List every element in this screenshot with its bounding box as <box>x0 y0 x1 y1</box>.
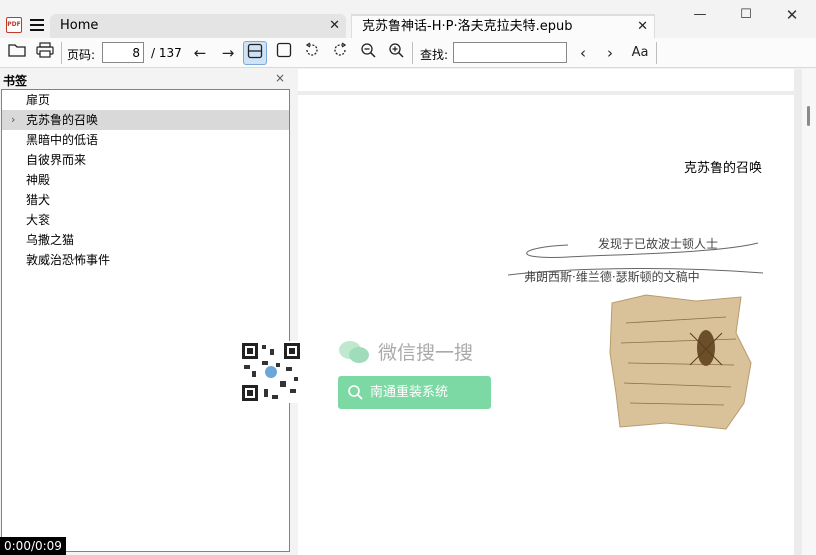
bookmark-item[interactable]: 乌撒之猫 <box>2 230 289 250</box>
fit-width-icon[interactable] <box>243 41 267 65</box>
zoom-in-icon[interactable] <box>384 41 408 65</box>
bookmark-item[interactable]: 神殿 <box>2 170 289 190</box>
manuscript-image <box>609 294 752 430</box>
rotate-left-icon[interactable] <box>300 41 324 65</box>
document-view[interactable]: 克苏鲁的召唤 发现于已故波士顿人士 弗朗西斯·维兰德·瑟斯顿的文稿中 <box>298 69 816 555</box>
bookmark-item[interactable]: 敦威治恐怖事件 <box>2 250 289 270</box>
wechat-icon <box>339 341 369 363</box>
bookmark-label: 克苏鲁的召唤 <box>26 113 99 127</box>
bookmarks-title: 书签 <box>3 74 28 88</box>
bookmark-item[interactable]: 自彼界而来 <box>2 150 289 170</box>
bookmark-tree[interactable]: 扉页 › 克苏鲁的召唤 黑暗中的低语 自彼界而来 神殿 猎犬 大衮 乌撒之猫 敦威… <box>1 89 290 552</box>
tab-document[interactable]: 克苏鲁神话-H·P·洛夫克拉夫特.epub ✕ <box>351 14 655 38</box>
bookmarks-panel: 书签 × 扉页 › 克苏鲁的召唤 黑暗中的低语 自彼界而来 神殿 猎犬 大衮 乌撒… <box>0 69 290 555</box>
handwritten-line: 弗朗西斯·维兰德·瑟斯顿的文稿中 <box>524 270 700 284</box>
fit-page-icon[interactable] <box>272 41 296 65</box>
vertical-scrollbar[interactable] <box>802 69 816 555</box>
chapter-title: 克苏鲁的召唤 <box>683 161 762 176</box>
minimize-button[interactable]: — <box>680 4 720 26</box>
chevron-left-icon[interactable]: ‹ <box>571 41 595 65</box>
find-input[interactable] <box>453 42 567 63</box>
bookmark-label: 敦威治恐怖事件 <box>26 253 111 267</box>
document-page: 克苏鲁的召唤 发现于已故波士顿人士 弗朗西斯·维兰德·瑟斯顿的文稿中 <box>298 95 794 555</box>
chevron-right-icon[interactable]: › <box>11 110 15 130</box>
font-settings-button[interactable]: Aa <box>627 41 653 65</box>
close-icon[interactable]: × <box>275 71 285 85</box>
video-timestamp: 0:00/0:09 <box>0 537 66 555</box>
bookmark-label: 猎犬 <box>26 193 51 207</box>
bookmark-label: 自彼界而来 <box>26 153 87 167</box>
arrow-left-icon[interactable]: ← <box>188 41 212 65</box>
close-icon[interactable]: ✕ <box>637 16 648 38</box>
previous-page <box>298 69 794 91</box>
qr-code-icon <box>240 341 302 403</box>
bookmark-label: 扉页 <box>26 93 51 107</box>
watermark-title: 微信搜一搜 <box>378 342 474 364</box>
bookmark-item[interactable]: 大衮 <box>2 210 289 230</box>
bookmark-label: 大衮 <box>26 213 51 227</box>
total-pages: / 137 <box>151 46 182 60</box>
bookmark-item[interactable]: 猎犬 <box>2 190 289 210</box>
rotate-right-icon[interactable] <box>328 41 352 65</box>
chevron-right-icon[interactable]: › <box>598 41 622 65</box>
bookmark-label: 乌撒之猫 <box>26 233 75 247</box>
scrollbar-thumb[interactable] <box>807 106 810 126</box>
search-icon <box>348 385 363 400</box>
maximize-button[interactable]: ☐ <box>726 4 766 26</box>
find-label: 查找: <box>420 48 449 62</box>
close-icon[interactable]: ✕ <box>329 14 340 38</box>
arrow-right-icon[interactable]: → <box>216 41 240 65</box>
zoom-out-icon[interactable] <box>356 41 380 65</box>
divider <box>61 42 62 64</box>
title-bar: PDF Home ✕ 克苏鲁神话-H·P·洛夫克拉夫特.epub ✕ — ☐ ✕ <box>0 0 816 38</box>
print-icon[interactable] <box>33 41 57 65</box>
open-folder-icon[interactable] <box>5 41 29 65</box>
window-close-button[interactable]: ✕ <box>772 4 812 26</box>
app-icon: PDF <box>6 17 22 33</box>
page-label: 页码: <box>67 48 96 62</box>
bookmark-item[interactable]: 扉页 <box>2 90 289 110</box>
tab-label: Home <box>60 18 99 33</box>
page-number-input[interactable] <box>102 42 144 63</box>
bookmark-item[interactable]: › 克苏鲁的召唤 <box>2 110 289 130</box>
bookmark-label: 黑暗中的低语 <box>26 133 99 147</box>
divider <box>656 42 657 64</box>
tab-label: 克苏鲁神话-H·P·洛夫克拉夫特.epub <box>362 19 573 34</box>
toolbar: 页码: / 137 ← → 查找: ‹ › Aa <box>0 38 816 68</box>
tab-home[interactable]: Home ✕ <box>50 14 346 38</box>
bookmark-item[interactable]: 黑暗中的低语 <box>2 130 289 150</box>
divider <box>412 42 413 64</box>
watermark-search-button[interactable]: 南通重装系统 <box>338 376 491 409</box>
menu-icon[interactable] <box>30 19 44 31</box>
watermark-button-label: 南通重装系统 <box>370 385 449 400</box>
bookmark-label: 神殿 <box>26 173 51 187</box>
handwritten-line: 发现于已故波士顿人士 <box>598 237 719 251</box>
